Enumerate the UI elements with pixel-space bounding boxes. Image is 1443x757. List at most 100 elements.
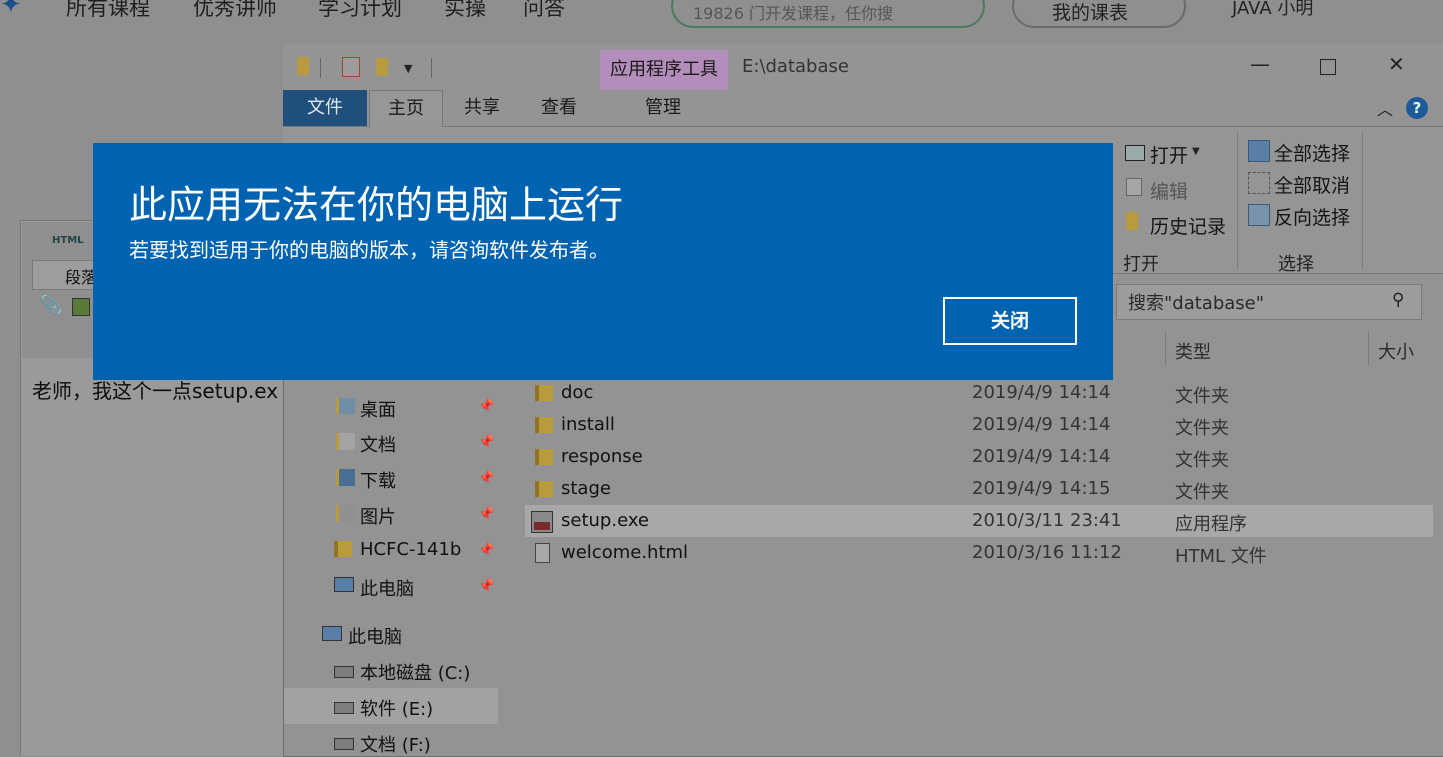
- tab-home[interactable]: 主页: [369, 90, 443, 128]
- maximize-icon[interactable]: [1320, 59, 1336, 75]
- open-group-label: 打开: [1123, 254, 1159, 275]
- html-source-button[interactable]: HTML: [52, 235, 84, 246]
- close-window-icon[interactable]: ✕: [1388, 52, 1405, 76]
- my-courses-button[interactable]: 我的课表: [1012, 0, 1186, 28]
- nav-item-documents[interactable]: 文档: [360, 431, 396, 457]
- pin-icon[interactable]: 📌: [478, 471, 494, 486]
- web-nav-teachers[interactable]: 优秀讲师: [193, 0, 277, 22]
- tab-file[interactable]: 文件: [283, 90, 367, 126]
- help-icon[interactable]: ?: [1406, 97, 1428, 119]
- user-name[interactable]: JAVA 小明: [1232, 0, 1313, 20]
- nav-item-drive-c[interactable]: 本地磁盘 (C:): [360, 659, 470, 685]
- file-date: 2019/4/9 14:14: [972, 446, 1111, 467]
- web-nav-qa[interactable]: 问答: [523, 0, 565, 22]
- nav-item-desktop[interactable]: 桌面: [360, 396, 396, 422]
- image-insert-icon[interactable]: [72, 298, 90, 316]
- file-name[interactable]: install: [561, 414, 615, 435]
- pin-icon[interactable]: 📌: [478, 579, 494, 594]
- site-logo: ✦: [0, 0, 22, 20]
- column-header-size[interactable]: 大小: [1378, 338, 1414, 364]
- web-search-input[interactable]: 19826 门开发课程，任你搜: [671, 0, 985, 28]
- pin-icon[interactable]: 📌: [478, 435, 494, 450]
- column-divider-2: [1368, 332, 1369, 366]
- attachment-icon[interactable]: 📎: [40, 295, 62, 316]
- open-icon: [1125, 145, 1145, 161]
- nav-item-downloads[interactable]: 下载: [360, 467, 396, 493]
- properties-icon[interactable]: [342, 57, 360, 77]
- qat-dropdown-icon[interactable]: ▼: [404, 62, 412, 75]
- my-courses-label: 我的课表: [1052, 2, 1129, 24]
- pin-icon[interactable]: 📌: [478, 543, 494, 558]
- nav-item-this-pc-quick[interactable]: 此电脑: [360, 575, 414, 601]
- minimize-icon[interactable]: —: [1250, 52, 1270, 76]
- ribbon-collapse-icon[interactable]: ︿: [1377, 96, 1393, 120]
- drive-c-icon: [334, 666, 354, 678]
- tab-share[interactable]: 共享: [450, 90, 514, 126]
- select-none-icon: [1248, 172, 1270, 194]
- this-pc-icon: [334, 577, 354, 592]
- folder-icon: [535, 481, 553, 497]
- file-name[interactable]: doc: [561, 382, 593, 403]
- file-type: HTML 文件: [1175, 546, 1267, 567]
- select-all-button[interactable]: 全部选择: [1274, 139, 1350, 166]
- folder-icon: [535, 449, 553, 465]
- file-name[interactable]: setup.exe: [561, 510, 649, 531]
- select-none-button[interactable]: 全部取消: [1274, 171, 1350, 198]
- pin-icon[interactable]: 📌: [478, 399, 494, 414]
- folder-icon: [334, 541, 352, 557]
- open-dropdown-icon[interactable]: ▼: [1192, 146, 1200, 157]
- invert-selection-icon: [1248, 204, 1270, 226]
- invert-selection-button[interactable]: 反向选择: [1274, 203, 1350, 230]
- select-all-icon: [1248, 140, 1270, 162]
- file-date: 2019/4/9 14:15: [972, 478, 1111, 499]
- folder-icon: [535, 385, 553, 401]
- column-header-type[interactable]: 类型: [1175, 338, 1211, 364]
- close-button[interactable]: 关闭: [943, 297, 1077, 345]
- pin-icon[interactable]: 📌: [478, 507, 494, 522]
- history-button[interactable]: 历史记录: [1150, 212, 1226, 239]
- search-placeholder: 搜索"database": [1128, 293, 1265, 314]
- history-icon: [1126, 212, 1138, 230]
- tab-manage[interactable]: 管理: [628, 90, 698, 126]
- qat-separator-2: [431, 58, 432, 78]
- nav-item-pictures[interactable]: 图片: [360, 503, 396, 529]
- select-group-label: 选择: [1278, 254, 1314, 275]
- dialog-message: 若要找到适用于你的电脑的版本，请咨询软件发布者。: [129, 238, 609, 262]
- file-type: 文件夹: [1175, 450, 1229, 471]
- html-file-icon: [535, 543, 550, 563]
- nav-item-hcfc[interactable]: HCFC-141b: [360, 539, 461, 560]
- file-type: 应用程序: [1175, 514, 1247, 535]
- explorer-app-icon: [297, 57, 309, 75]
- file-name[interactable]: response: [561, 446, 643, 467]
- documents-icon: [336, 433, 355, 450]
- web-nav-practice[interactable]: 实操: [444, 0, 486, 22]
- ribbon-group-divider-2: [1362, 132, 1363, 270]
- open-button[interactable]: 打开: [1150, 141, 1188, 168]
- this-pc-icon: [322, 626, 342, 641]
- new-folder-icon[interactable]: [376, 58, 388, 76]
- edit-button[interactable]: 编辑: [1150, 177, 1188, 204]
- desktop-icon: [336, 398, 355, 414]
- column-divider: [1165, 332, 1166, 366]
- qat-separator: [320, 58, 321, 78]
- edit-icon: [1126, 178, 1142, 196]
- nav-item-this-pc[interactable]: 此电脑: [348, 623, 402, 649]
- nav-item-drive-e[interactable]: 软件 (E:): [360, 695, 433, 721]
- drive-f-icon: [334, 738, 354, 750]
- file-date: 2019/4/9 14:14: [972, 382, 1111, 403]
- file-date: 2019/4/9 14:14: [972, 414, 1111, 435]
- file-type: 文件夹: [1175, 418, 1229, 439]
- pictures-icon: [336, 505, 355, 522]
- web-nav-plan[interactable]: 学习计划: [318, 0, 402, 22]
- downloads-icon: [336, 469, 355, 486]
- dialog-title: 此应用无法在你的电脑上运行: [129, 183, 624, 227]
- nav-item-drive-f[interactable]: 文档 (F:): [360, 731, 431, 757]
- file-date: 2010/3/16 11:12: [972, 542, 1122, 563]
- tab-view[interactable]: 查看: [526, 90, 592, 126]
- ribbon-group-divider: [1237, 132, 1238, 270]
- file-name[interactable]: welcome.html: [561, 542, 688, 563]
- search-icon[interactable]: ⚲: [1392, 290, 1404, 310]
- web-nav-all-courses[interactable]: 所有课程: [66, 0, 150, 22]
- file-name[interactable]: stage: [561, 478, 611, 499]
- file-date: 2010/3/11 23:41: [972, 510, 1122, 531]
